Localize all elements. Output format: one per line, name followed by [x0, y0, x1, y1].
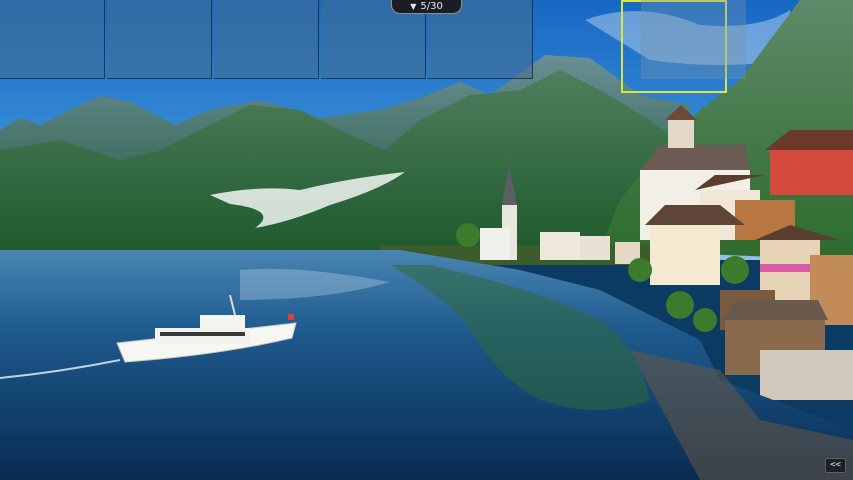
thumbnail[interactable]	[641, 0, 746, 79]
thumbnail[interactable]	[107, 0, 212, 79]
chevron-down-icon: ▼	[410, 2, 417, 11]
thumbnail[interactable]	[0, 0, 105, 79]
image-counter[interactable]: ▼ 5/30	[391, 0, 462, 14]
thumbnail[interactable]	[214, 0, 319, 79]
collapse-button[interactable]: <<	[825, 458, 846, 473]
counter-text: 5/30	[420, 1, 443, 12]
church-body	[480, 228, 510, 260]
